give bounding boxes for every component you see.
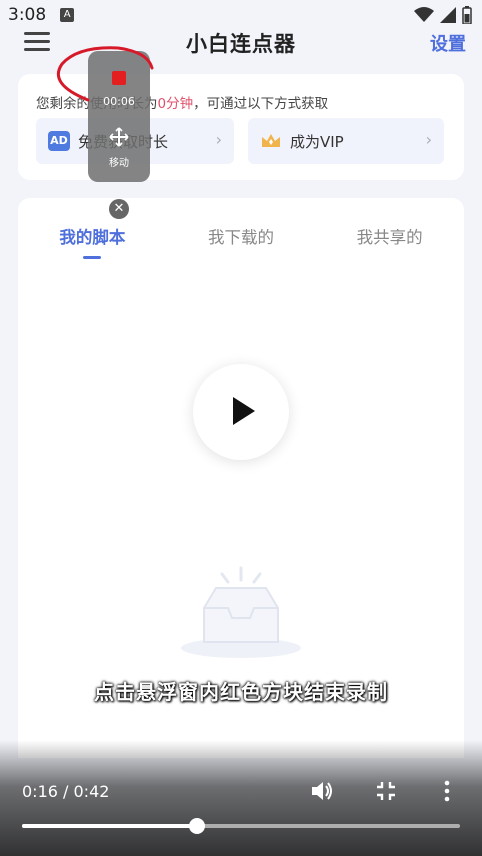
- quota-text-suffix: ，可通过以下方式获取: [193, 96, 329, 112]
- chevron-right-icon: ›: [215, 130, 222, 149]
- stop-record-button[interactable]: [112, 71, 126, 85]
- tab-my-downloads[interactable]: 我下载的: [167, 224, 316, 264]
- tab-label: 我共享的: [356, 228, 423, 247]
- video-progress-fill: [22, 824, 198, 828]
- empty-inbox-icon: [181, 566, 301, 658]
- video-time: 0:16 / 0:42: [22, 782, 110, 801]
- move-icon[interactable]: [109, 127, 129, 147]
- tab-label: 我的脚本: [59, 228, 126, 247]
- tab-underline: [83, 256, 102, 259]
- tab-my-scripts[interactable]: 我的脚本: [18, 224, 167, 264]
- wifi-icon: [414, 7, 434, 22]
- ad-icon: AD: [48, 131, 70, 151]
- quota-remaining: 0分钟: [157, 96, 194, 112]
- settings-button[interactable]: 设置: [430, 30, 466, 56]
- play-button[interactable]: [193, 364, 289, 460]
- tab-bar: 我的脚本 我下载的 我共享的: [18, 224, 464, 264]
- video-controls: 0:16 / 0:42: [0, 740, 482, 856]
- battery-icon: [462, 6, 472, 24]
- record-timer: 00:06: [103, 95, 135, 108]
- tab-label: 我下载的: [208, 228, 274, 247]
- become-vip-label: 成为VIP: [290, 132, 344, 151]
- page-title: 小白连点器: [186, 32, 296, 56]
- signal-icon: [440, 7, 456, 23]
- become-vip-button[interactable]: 成为VIP ›: [248, 118, 444, 164]
- status-bar: 3:08 A: [0, 0, 482, 30]
- notification-a-icon: A: [60, 8, 75, 22]
- fullscreen-exit-icon[interactable]: [375, 780, 397, 802]
- scripts-card: 我的脚本 我下载的 我共享的: [18, 198, 464, 758]
- more-vert-icon[interactable]: [443, 780, 451, 802]
- status-time: 3:08: [8, 5, 47, 25]
- video-caption: 点击悬浮窗内红色方块结束录制: [94, 680, 388, 704]
- chevron-right-icon: ›: [425, 130, 432, 149]
- quota-card: 您剩余的使用时长为0分钟，可通过以下方式获取 AD 免费获取时长 › 成为VIP…: [18, 74, 464, 180]
- video-progress-bar[interactable]: [22, 818, 460, 834]
- floating-record-panel[interactable]: 00:06 移动: [88, 51, 150, 182]
- app-header: 小白连点器 设置: [0, 28, 482, 68]
- play-icon: [233, 397, 255, 425]
- volume-icon[interactable]: [310, 780, 334, 802]
- video-progress-handle[interactable]: [189, 818, 206, 834]
- status-icons: [414, 6, 472, 24]
- quota-text: 您剩余的使用时长为0分钟，可通过以下方式获取: [36, 92, 328, 112]
- tab-my-shared[interactable]: 我共享的: [315, 224, 464, 264]
- crown-icon: [262, 134, 280, 147]
- move-label: 移动: [109, 158, 129, 169]
- close-floating-panel-button[interactable]: ✕: [109, 199, 129, 219]
